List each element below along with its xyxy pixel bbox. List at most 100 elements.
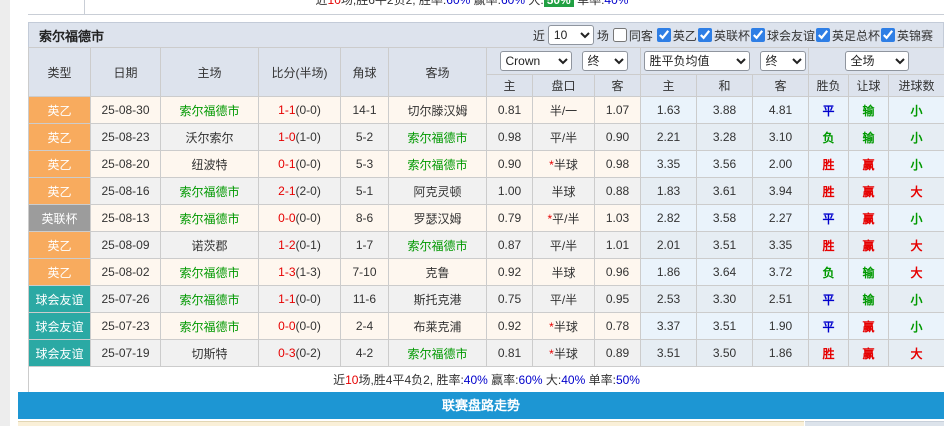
league-checkbox-label[interactable]: 球会友谊 [750, 27, 815, 44]
goals-result: 小 [889, 97, 944, 124]
summary-games-count: 10 [328, 0, 341, 7]
league-checkbox-label[interactable]: 英锦赛 [880, 27, 933, 44]
win-rate-value: 40% [464, 373, 488, 387]
avg-selector-cell: 胜平负均值 终 [641, 48, 809, 75]
score-cell: 1-1(0-0) [259, 286, 341, 313]
league-checkbox-label[interactable]: 英乙 [656, 27, 697, 44]
handicap: *平/半 [533, 205, 595, 232]
away-odds: 0.98 [595, 151, 641, 178]
handicap-result: 赢 [849, 313, 889, 340]
col-header-home: 主场 [161, 48, 259, 97]
avg-home-odds: 2.53 [641, 286, 697, 313]
same-away-checkbox[interactable] [613, 28, 627, 42]
goals-result: 大 [889, 259, 944, 286]
avg-type-select[interactable]: 胜平负均值 [644, 51, 750, 71]
away-team: 索尔福德市 [389, 151, 487, 178]
league-handicap-trend-bar[interactable]: 联赛盘路走势 [18, 392, 944, 419]
league-checkbox[interactable] [751, 28, 765, 42]
league-checkbox-text: 英足总杯 [832, 27, 880, 44]
match-result: 平 [809, 313, 849, 340]
halftime-score: (0-0) [296, 103, 321, 117]
avg-home-odds: 3.51 [641, 340, 697, 367]
match-row: 英乙25-08-30索尔福德市1-1(0-0)14-1切尔滕汉姆0.81半/一1… [29, 97, 944, 124]
match-row: 英乙25-08-20纽波特0-1(0-0)5-3索尔福德市0.90*半球0.98… [29, 151, 944, 178]
selector-row: 类型 日期 主场 比分(半场) 角球 客场 Crown 终 胜平负均值 [29, 48, 944, 75]
home-team: 索尔福德市 [161, 97, 259, 124]
fulltime-score: 1-1 [278, 292, 295, 306]
home-team: 索尔福德市 [161, 205, 259, 232]
away-team: 索尔福德市 [389, 124, 487, 151]
same-away-text: 同客 [629, 27, 653, 44]
league-badge: 英乙 [29, 259, 91, 286]
match-result: 胜 [809, 151, 849, 178]
league-checkbox[interactable] [881, 28, 895, 42]
summary-row: 近10场,胜4平4负2, 胜率:40% 赢率:60% 大:40% 单率:50% [29, 367, 944, 393]
away-team: 克鲁 [389, 259, 487, 286]
col-header-avg-draw: 和 [697, 75, 753, 97]
win-rate-value: 60% [446, 0, 470, 7]
home-team: 沃尔索尔 [161, 124, 259, 151]
scope-select[interactable]: 全场 [845, 51, 909, 71]
profit-rate-value: 60% [519, 373, 543, 387]
home-odds: 0.81 [487, 340, 533, 367]
avg-away-odds: 3.72 [753, 259, 809, 286]
score-cell: 1-0(1-0) [259, 124, 341, 151]
big-rate-value: 40% [561, 373, 585, 387]
summary-text: 大: [528, 0, 543, 7]
fulltime-score: 1-2 [278, 238, 295, 252]
bookmaker-select[interactable]: Crown [500, 51, 572, 71]
goals-result: 小 [889, 151, 944, 178]
league-checkbox[interactable] [816, 28, 830, 42]
match-result: 平 [809, 286, 849, 313]
handicap: *半球 [533, 340, 595, 367]
home-odds: 0.98 [487, 124, 533, 151]
col-header-date: 日期 [91, 48, 161, 97]
match-row: 英乙25-08-02索尔福德市1-3(1-3)7-10克鲁0.92半球0.961… [29, 259, 944, 286]
handicap: 半/一 [533, 97, 595, 124]
same-away-checkbox-label[interactable]: 同客 [612, 27, 653, 44]
league-checkbox[interactable] [657, 28, 671, 42]
odds-time-select[interactable]: 终 [582, 51, 628, 71]
league-checkbox[interactable] [698, 28, 712, 42]
handicap-text: 半球 [554, 158, 578, 172]
home-team: 索尔福德市 [161, 313, 259, 340]
home-odds: 0.92 [487, 259, 533, 286]
avg-time-select[interactable]: 终 [760, 51, 806, 71]
summary-text: 场,胜4平4负2, 胜率: [358, 373, 463, 387]
avg-home-odds: 2.01 [641, 232, 697, 259]
col-header-handicap-result: 让球 [849, 75, 889, 97]
single-rate-value: 50% [616, 373, 640, 387]
avg-away-odds: 2.00 [753, 151, 809, 178]
halftime-score: (0-0) [296, 157, 321, 171]
corners: 4-2 [341, 340, 389, 367]
halftime-score: (0-0) [296, 211, 321, 225]
league-checkbox-text: 球会友谊 [767, 27, 815, 44]
match-row: 英联杯25-08-13索尔福德市0-0(0-0)8-6罗瑟汉姆0.79*平/半1… [29, 205, 944, 232]
avg-away-odds: 3.10 [753, 124, 809, 151]
avg-home-odds: 1.83 [641, 178, 697, 205]
home-odds: 0.75 [487, 286, 533, 313]
score-cell: 2-1(2-0) [259, 178, 341, 205]
league-checkbox-label[interactable]: 英联杯 [697, 27, 750, 44]
fulltime-score: 0-1 [278, 157, 295, 171]
summary-text: 近 [316, 0, 328, 7]
home-team: 索尔福德市 [161, 178, 259, 205]
avg-home-odds: 1.63 [641, 97, 697, 124]
match-result: 胜 [809, 232, 849, 259]
handicap: *半球 [533, 313, 595, 340]
fulltime-score: 1-3 [278, 265, 295, 279]
col-header-result: 胜负 [809, 75, 849, 97]
handicap-result: 赢 [849, 205, 889, 232]
team-stats-panel: 索尔福德市 近 10 场 同客 英乙英联杯球会友谊英足总杯英锦赛 [28, 22, 944, 393]
recent-games-select[interactable]: 10 [548, 25, 594, 45]
home-team: 诺茨郡 [161, 232, 259, 259]
corners: 5-2 [341, 124, 389, 151]
handicap: *半球 [533, 151, 595, 178]
avg-away-odds: 1.86 [753, 340, 809, 367]
handicap-result: 赢 [849, 232, 889, 259]
away-team: 索尔福德市 [389, 340, 487, 367]
league-checkbox-label[interactable]: 英足总杯 [815, 27, 880, 44]
avg-home-odds: 2.82 [641, 205, 697, 232]
corners: 5-1 [341, 178, 389, 205]
handicap: 半球 [533, 259, 595, 286]
